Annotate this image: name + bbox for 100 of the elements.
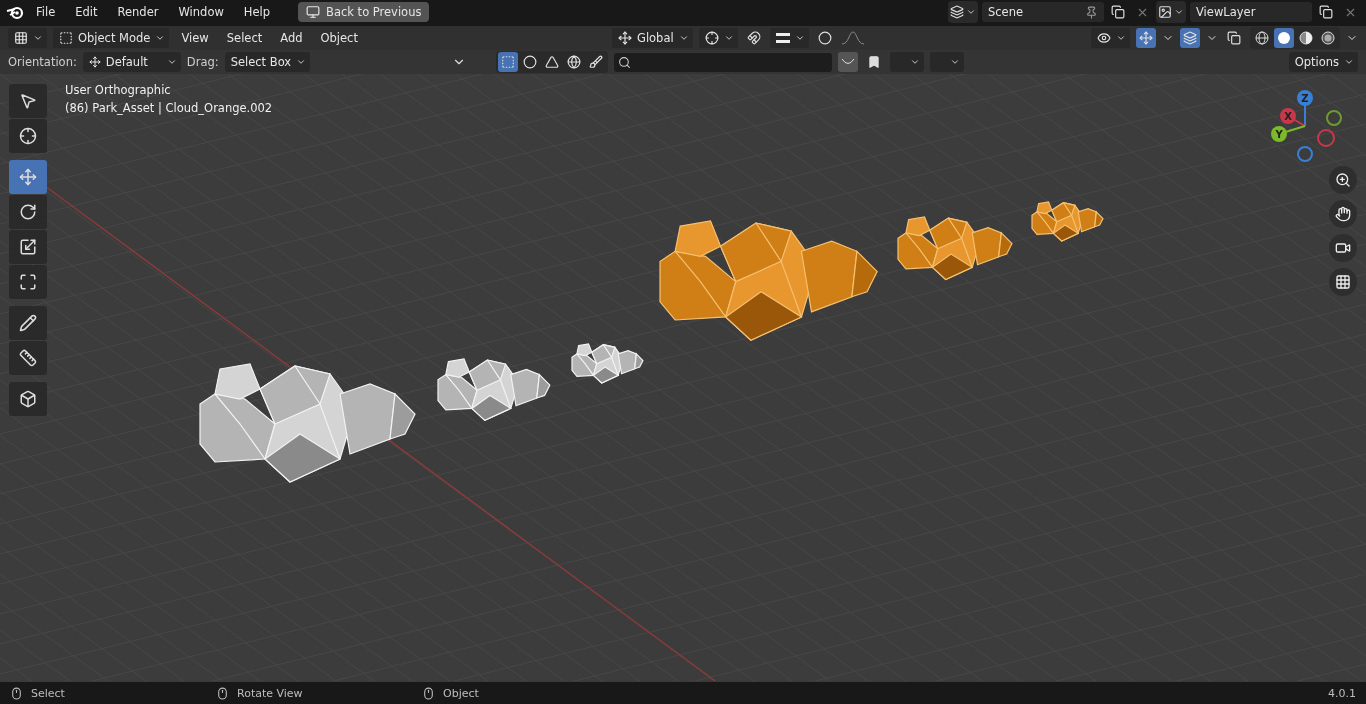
status-hint: Object <box>443 686 479 700</box>
snap-target-dropdown[interactable] <box>769 28 809 48</box>
logo-icon[interactable] <box>6 4 24 20</box>
axes-icon <box>617 31 632 45</box>
camera-icon <box>1335 240 1351 256</box>
ruler-icon <box>19 349 37 367</box>
axis-handle[interactable]: Y <box>1271 126 1287 142</box>
globe-icon <box>567 55 582 69</box>
falloff-curve-icon[interactable] <box>840 31 865 45</box>
rendered-sphere-icon <box>1321 31 1335 45</box>
camera-button[interactable] <box>1329 234 1357 262</box>
scene-icon <box>950 5 964 19</box>
object-info: (86) Park_Asset | Cloud_Orange.002 <box>65 101 273 115</box>
shading-button[interactable] <box>1252 28 1272 48</box>
pencil-icon <box>19 314 37 332</box>
smile-toggle[interactable] <box>838 52 859 72</box>
axis-handle[interactable]: Z <box>1297 90 1313 106</box>
scene-selector[interactable] <box>948 1 978 23</box>
drag-label: Drag: <box>186 55 219 69</box>
transform-orientation-dropdown[interactable]: Default <box>82 52 181 72</box>
menu-item[interactable]: Edit <box>67 3 106 21</box>
menu-item[interactable]: Window <box>170 3 232 21</box>
search-icon <box>618 55 632 69</box>
tool-button[interactable] <box>9 119 47 153</box>
xray-icon <box>1227 31 1241 45</box>
axis-handle[interactable] <box>1326 110 1342 126</box>
caret-icon <box>33 33 43 43</box>
header-menu-item[interactable]: Object <box>314 29 364 47</box>
tool-button[interactable] <box>9 195 47 229</box>
shapes-icon <box>545 55 560 69</box>
caret-icon <box>1344 57 1354 67</box>
drag-dropdown[interactable]: Select Box <box>224 52 311 72</box>
shading-button[interactable] <box>1318 28 1338 48</box>
back-to-previous-button[interactable]: Back to Previous <box>298 2 430 22</box>
mouse-icon <box>10 686 23 700</box>
scene-field[interactable]: Scene <box>982 2 1104 22</box>
status-hint: Rotate View <box>237 686 303 700</box>
header-menu-item[interactable]: Select <box>220 29 269 47</box>
crosshair-icon <box>19 127 37 145</box>
tool-button[interactable] <box>9 382 47 416</box>
zoom-button[interactable] <box>1329 166 1357 194</box>
pin-icon[interactable] <box>1085 5 1098 19</box>
caret-icon <box>166 57 177 67</box>
pan-button[interactable] <box>1329 200 1357 228</box>
view-name: User Orthographic <box>65 83 172 97</box>
pivot-icon <box>704 31 719 45</box>
header-menu-item[interactable]: Add <box>274 29 309 47</box>
search-field[interactable] <box>614 52 833 72</box>
shading-button[interactable] <box>1296 28 1316 48</box>
tool-button[interactable] <box>9 306 47 340</box>
object-filter-icon <box>501 55 516 69</box>
bookmark-icon <box>867 55 882 69</box>
grid-icon <box>14 31 28 45</box>
tool-button[interactable] <box>9 230 47 264</box>
shading-button[interactable] <box>1274 28 1294 48</box>
editor-type-dropdown[interactable] <box>8 28 47 48</box>
tool-button[interactable] <box>9 84 47 118</box>
axes-icon <box>88 56 101 68</box>
move-icon <box>19 168 37 186</box>
caret-icon <box>678 33 689 43</box>
tool-button[interactable] <box>9 341 47 375</box>
tool-button[interactable] <box>9 265 47 299</box>
version-label: 4.0.1 <box>1328 686 1356 700</box>
cube-icon <box>19 390 37 408</box>
orientation-label: Orientation: <box>8 55 77 69</box>
options-dropdown[interactable]: Options <box>1288 52 1358 72</box>
header-menu-item[interactable]: View <box>175 29 215 47</box>
pivot-dropdown[interactable] <box>698 28 738 48</box>
brush-icon <box>589 55 604 69</box>
filter-toggle[interactable] <box>498 52 519 72</box>
axis-handle[interactable] <box>1317 129 1335 147</box>
menu-item[interactable]: Render <box>109 3 167 21</box>
rotate-icon <box>19 203 37 221</box>
grid-view-button[interactable] <box>1329 268 1357 296</box>
view-layer-field[interactable]: ViewLayer <box>1190 2 1312 22</box>
gizmo-toggle[interactable] <box>1136 28 1156 48</box>
monitor-icon <box>306 5 321 19</box>
select-box-icon <box>19 92 37 110</box>
copy-icon <box>1111 5 1125 19</box>
status-hint: Select <box>31 686 65 700</box>
gizmo-icon <box>1139 31 1153 45</box>
menu-item[interactable]: Help <box>235 3 279 21</box>
magnet-icon <box>746 31 761 45</box>
orientation-dropdown[interactable]: Global <box>611 28 693 48</box>
caret-icon <box>723 33 734 43</box>
view-layer-selector[interactable] <box>1156 1 1186 23</box>
hand-icon <box>1335 206 1351 222</box>
circle-icon <box>817 31 832 45</box>
menu-item[interactable]: File <box>28 3 64 21</box>
overlays-toggle[interactable] <box>1180 28 1200 48</box>
axis-handle[interactable] <box>1297 146 1313 162</box>
image-stack-icon <box>1158 5 1172 19</box>
object-icon <box>59 31 73 45</box>
mouse-icon <box>422 686 435 700</box>
mode-dropdown[interactable]: Object Mode <box>53 28 170 48</box>
zoom-icon <box>1335 172 1351 188</box>
wireframe-sphere-icon <box>1255 31 1269 45</box>
overlays-icon <box>1183 31 1197 45</box>
visibility-dropdown[interactable] <box>1091 28 1130 48</box>
bars-icon <box>775 32 790 44</box>
